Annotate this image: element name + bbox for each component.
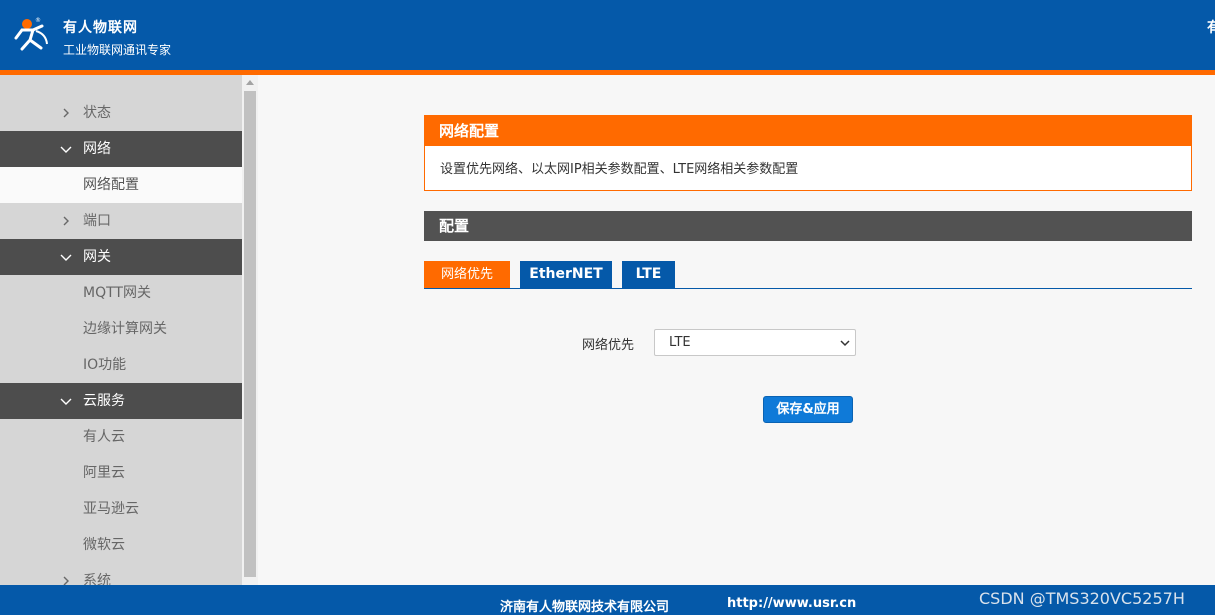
- svg-text:®: ®: [35, 17, 41, 24]
- footer-url-link[interactable]: http://www.usr.cn: [727, 596, 856, 611]
- brand-tagline: 工业物联网通讯专家: [63, 43, 172, 57]
- chevron-down-icon: [60, 254, 72, 261]
- sidebar-item-system[interactable]: 系统: [0, 563, 242, 585]
- config-section-title: 配置: [424, 211, 1192, 241]
- tab-lte[interactable]: LTE: [622, 261, 675, 288]
- sidebar-item-label: 网络配置: [83, 177, 139, 193]
- network-priority-label: 网络优先: [582, 338, 635, 353]
- sidebar-item-label: 网关: [83, 249, 111, 265]
- brand-name: 有人物联网: [63, 20, 138, 36]
- sidebar-item-io-function[interactable]: IO功能: [0, 347, 242, 383]
- chevron-down-icon: [60, 398, 72, 405]
- sidebar-item-network[interactable]: 网络: [0, 131, 242, 167]
- sidebar-item-label: 边缘计算网关: [83, 321, 167, 337]
- sidebar-item-label: 亚马逊云: [83, 501, 139, 517]
- sidebar-item-edge-computing[interactable]: 边缘计算网关: [0, 311, 242, 347]
- sidebar-item-label: 有人云: [83, 429, 125, 445]
- sidebar-item-label: 状态: [83, 105, 111, 121]
- intro-card: 网络配置 设置优先网络、以太网IP相关参数配置、LTE网络相关参数配置: [424, 115, 1192, 191]
- sidebar-item-port[interactable]: 端口: [0, 203, 242, 239]
- chevron-right-icon: [63, 576, 69, 585]
- sidebar-item-label: 微软云: [83, 537, 125, 553]
- tab-underline: [424, 288, 1192, 289]
- sidebar-item-aws[interactable]: 亚马逊云: [0, 491, 242, 527]
- sidebar-nav: 状态 网络 网络配置 端口 网关 MQTT网关 边缘计算网关 IO功能 云服务 …: [0, 75, 242, 585]
- intro-card-title: 网络配置: [425, 116, 1191, 146]
- top-header: ® 有人物联网 工业物联网通讯专家 有: [0, 0, 1215, 70]
- sidebar-item-usr-cloud[interactable]: 有人云: [0, 419, 242, 455]
- chevron-down-icon: [60, 146, 72, 153]
- watermark-text: CSDN @TMS320VC5257H: [979, 589, 1185, 608]
- scroll-thumb[interactable]: [244, 91, 256, 577]
- sidebar-item-label: 系统: [83, 573, 111, 585]
- save-apply-button[interactable]: 保存&应用: [763, 396, 853, 423]
- sidebar-item-label: 网络: [83, 141, 111, 157]
- sidebar-item-label: 端口: [83, 213, 111, 229]
- logo-icon: ®: [14, 17, 48, 51]
- sidebar-item-status[interactable]: 状态: [0, 95, 242, 131]
- footer-company: 济南有人物联网技术有限公司: [500, 600, 670, 615]
- sidebar-item-label: 云服务: [83, 393, 125, 409]
- intro-card-description: 设置优先网络、以太网IP相关参数配置、LTE网络相关参数配置: [440, 162, 799, 177]
- sidebar-scrollbar[interactable]: [242, 75, 258, 585]
- sidebar-item-network-config[interactable]: 网络配置: [0, 167, 242, 203]
- sidebar-item-cloud-service[interactable]: 云服务: [0, 383, 242, 419]
- sidebar-item-gateway[interactable]: 网关: [0, 239, 242, 275]
- sidebar-item-aliyun[interactable]: 阿里云: [0, 455, 242, 491]
- sidebar-item-azure[interactable]: 微软云: [0, 527, 242, 563]
- tab-ethernet[interactable]: EtherNET: [520, 261, 612, 288]
- sidebar-item-label: IO功能: [83, 357, 127, 373]
- chevron-right-icon: [63, 216, 69, 226]
- chevron-down-icon: [840, 340, 850, 347]
- network-priority-select[interactable]: LTE: [654, 329, 856, 356]
- header-right-text: 有: [1207, 20, 1215, 36]
- chevron-right-icon: [63, 108, 69, 118]
- tab-network-priority[interactable]: 网络优先: [424, 261, 510, 288]
- sidebar-item-mqtt-gateway[interactable]: MQTT网关: [0, 275, 242, 311]
- sidebar-item-label: 阿里云: [83, 465, 125, 481]
- network-priority-value: LTE: [669, 335, 691, 350]
- scroll-up-arrow-icon[interactable]: [246, 80, 254, 85]
- sidebar-item-label: MQTT网关: [83, 285, 151, 301]
